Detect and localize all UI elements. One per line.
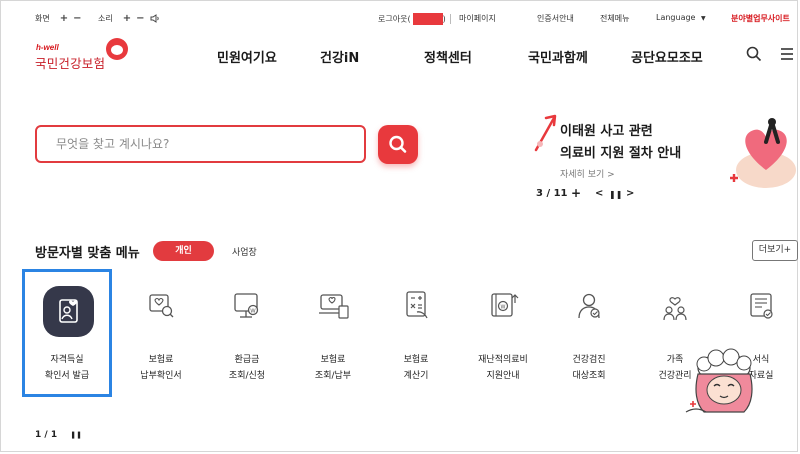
banner-next-button[interactable]: >: [626, 188, 634, 199]
sound-down-button[interactable]: −: [136, 13, 144, 24]
family-heart-icon: [663, 297, 687, 321]
business-sites-link[interactable]: 분야별업무사이트: [731, 13, 790, 24]
main-search-box: [35, 125, 366, 163]
logo-name-text: 국민건강보험: [35, 56, 106, 71]
heart-ribbon-illustration: [730, 118, 796, 188]
sound-up-button[interactable]: +: [123, 13, 131, 24]
document-arrow-icon: W: [491, 293, 519, 317]
more-button[interactable]: 더보기+: [752, 240, 798, 261]
laptop-card-icon: [319, 294, 349, 319]
service-label-line1: 환급금: [234, 355, 260, 365]
service-qualification-certificate[interactable]: 자격득실확인서 발급: [23, 286, 111, 386]
language-label: Language: [656, 13, 696, 22]
svg-text:W: W: [250, 309, 256, 315]
main-search-button[interactable]: [378, 125, 418, 164]
chatbot-mascot-icon[interactable]: [684, 346, 764, 418]
gnb-item-civil[interactable]: 민원여기요: [217, 47, 277, 66]
screen-zoom-label: 화면: [35, 14, 50, 23]
service-label-line2: 납부확인서: [140, 371, 182, 381]
redacted-user-name: [412, 13, 443, 25]
banner-pause-button[interactable]: ❚❚: [609, 190, 622, 199]
search-icon: [389, 135, 407, 153]
mypage-link[interactable]: 마이페이지: [459, 13, 496, 24]
tab-personal[interactable]: 개인: [153, 241, 214, 261]
menu-pager: 1 / 1 ❚❚: [35, 430, 82, 440]
logo-mascot-icon: [106, 38, 128, 60]
service-label-line1: 건강검진: [572, 355, 606, 365]
svg-text:W: W: [501, 304, 506, 310]
service-label-line2: 계산기: [403, 371, 429, 381]
service-premium-calculator[interactable]: 보험료계산기: [372, 286, 460, 386]
hamburger-menu-icon[interactable]: [779, 46, 795, 62]
sound-label: 소리: [98, 14, 113, 23]
logo-hwell-text: h-well: [36, 43, 59, 52]
screen-zoom-control: 화면 + −: [35, 13, 82, 24]
person-check-icon: [578, 293, 600, 319]
service-label-line2: 지원안내: [486, 371, 520, 381]
banner-title-line2: 의료비 지원 절차 안내: [560, 146, 682, 161]
sound-control: 소리 + −: [98, 13, 160, 24]
logout-label-close: ): [442, 14, 446, 24]
service-premium-inquiry-payment[interactable]: 보험료조회/납부: [289, 286, 377, 386]
language-select[interactable]: Language ▼: [656, 13, 706, 22]
service-refund-inquiry[interactable]: W 환급금조회/신청: [203, 286, 291, 386]
main-search-input[interactable]: [37, 127, 364, 161]
service-catastrophic-medical-support[interactable]: W 재난적의료비지원안내: [459, 286, 547, 386]
all-menu-link[interactable]: 전체메뉴: [600, 13, 629, 24]
gnb-item-with-citizens[interactable]: 국민과함께: [528, 47, 588, 66]
gnb-item-about[interactable]: 공단요모조모: [631, 47, 703, 66]
service-label-line1: 재난적의료비: [478, 355, 528, 365]
service-label-line1: 보험료: [320, 355, 346, 365]
screen-zoom-in-button[interactable]: +: [60, 13, 68, 24]
screen-zoom-out-button[interactable]: −: [73, 13, 81, 24]
divider: [449, 14, 451, 24]
section-title: 방문자별 맞춤 메뉴: [35, 246, 140, 261]
monitor-coin-icon: W: [234, 293, 259, 318]
certificate-guide-link[interactable]: 인증서안내: [537, 13, 574, 24]
logout-label: 로그아웃(: [378, 14, 411, 24]
menu-pager-pause-button[interactable]: ❚❚: [70, 431, 82, 439]
document-search-icon: [149, 294, 174, 318]
service-label-line2: 조회/납부: [314, 371, 352, 381]
banner-more-link[interactable]: 자세히 보기 >: [560, 167, 615, 180]
menu-pager-counter: 1 / 1: [35, 430, 58, 440]
nhis-logo[interactable]: h-well 국민건강보험: [32, 38, 132, 72]
service-health-checkup-inquiry[interactable]: 건강검진대상조회: [545, 286, 633, 386]
service-label-line1: 보험료: [148, 355, 174, 365]
banner-counter: 3 / 11: [536, 188, 568, 199]
gnb-item-policy[interactable]: 정책센터: [424, 47, 472, 66]
speaker-icon[interactable]: [150, 14, 160, 23]
service-label-line1: 자격득실: [50, 355, 84, 365]
service-label-line2: 확인서 발급: [44, 371, 90, 381]
chevron-down-icon: ▼: [701, 15, 706, 22]
form-document-icon: [750, 293, 773, 319]
banner-title-line1: 이태원 사고 관련: [560, 124, 653, 139]
banner-add-button[interactable]: +: [571, 186, 581, 200]
service-label-line1: 보험료: [403, 355, 429, 365]
search-icon[interactable]: [746, 46, 762, 62]
id-card-icon: [43, 286, 94, 337]
service-premium-payment-confirmation[interactable]: 보험료납부확인서: [117, 286, 205, 386]
banner-title[interactable]: 이태원 사고 관련 의료비 지원 절차 안내: [560, 121, 710, 165]
service-label-line2: 대상조회: [572, 371, 606, 381]
utility-bar: 화면 + − 소리 + − 로그아웃() 마이페이지 인증서안내 전체메뉴 La…: [0, 0, 800, 34]
calculator-icon: [406, 291, 428, 319]
banner-prev-button[interactable]: <: [595, 188, 603, 199]
service-label-line2: 조회/신청: [228, 371, 266, 381]
tab-business[interactable]: 사업장: [232, 245, 257, 258]
logout-link[interactable]: 로그아웃(): [378, 13, 451, 25]
arrow-decoration-icon: [534, 114, 557, 152]
gnb-item-health-in[interactable]: 건강iN: [320, 47, 359, 66]
